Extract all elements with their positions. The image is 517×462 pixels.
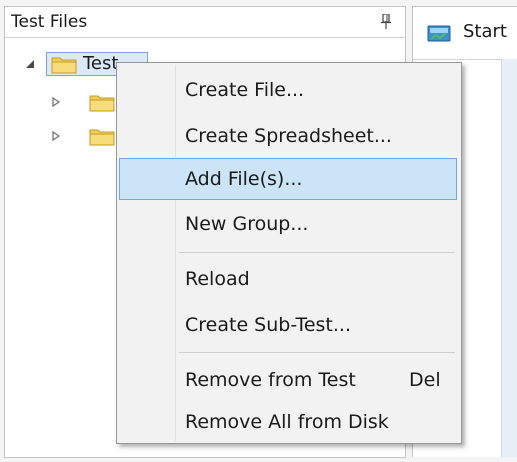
menu-item-label: Remove from Test [185, 369, 356, 391]
pin-icon[interactable] [381, 14, 391, 30]
start-page-icon [427, 25, 451, 42]
menu-separator [179, 252, 455, 253]
menu-item-create-file[interactable]: Create File... [119, 70, 457, 110]
menu-separator [179, 352, 455, 353]
right-panel-strip [501, 59, 517, 457]
folder-icon [51, 57, 77, 74]
menu-item-label: Add File(s)... [185, 168, 303, 190]
panel-title: Test Files [11, 12, 88, 32]
menu-item-new-group[interactable]: New Group... [119, 204, 457, 244]
folder-icon [89, 95, 115, 112]
menu-item-label: Create Sub-Test... [185, 314, 351, 336]
expanded-arrow-icon[interactable] [25, 59, 35, 69]
menu-item-label: New Group... [185, 213, 309, 235]
tree-node-child[interactable] [5, 91, 115, 113]
menu-item-shortcut: Del [409, 369, 441, 391]
tab-start-label: Start [463, 21, 507, 42]
menu-item-remove-all-from-disk[interactable]: Remove All from Disk [119, 402, 457, 442]
menu-item-add-files[interactable]: Add File(s)... [119, 158, 457, 200]
tree-node-child[interactable] [5, 125, 115, 147]
folder-icon [89, 129, 115, 146]
panel-header: Test Files [5, 7, 405, 38]
menu-item-label: Create File... [185, 79, 305, 101]
menu-item-create-sub-test[interactable]: Create Sub-Test... [119, 305, 457, 345]
menu-item-label: Remove All from Disk [185, 411, 389, 433]
tree-node-label: Test [83, 53, 119, 74]
context-menu: Create File... Create Spreadsheet... Add… [116, 62, 462, 444]
menu-item-label: Create Spreadsheet... [185, 125, 392, 147]
menu-item-remove-from-test[interactable]: Remove from Test Del [119, 360, 457, 400]
collapsed-arrow-icon[interactable] [51, 131, 61, 141]
tab-start[interactable]: Start [413, 7, 517, 60]
menu-item-create-spreadsheet[interactable]: Create Spreadsheet... [119, 116, 457, 156]
menu-item-reload[interactable]: Reload [119, 259, 457, 299]
menu-item-label: Reload [185, 268, 250, 290]
collapsed-arrow-icon[interactable] [51, 97, 61, 107]
